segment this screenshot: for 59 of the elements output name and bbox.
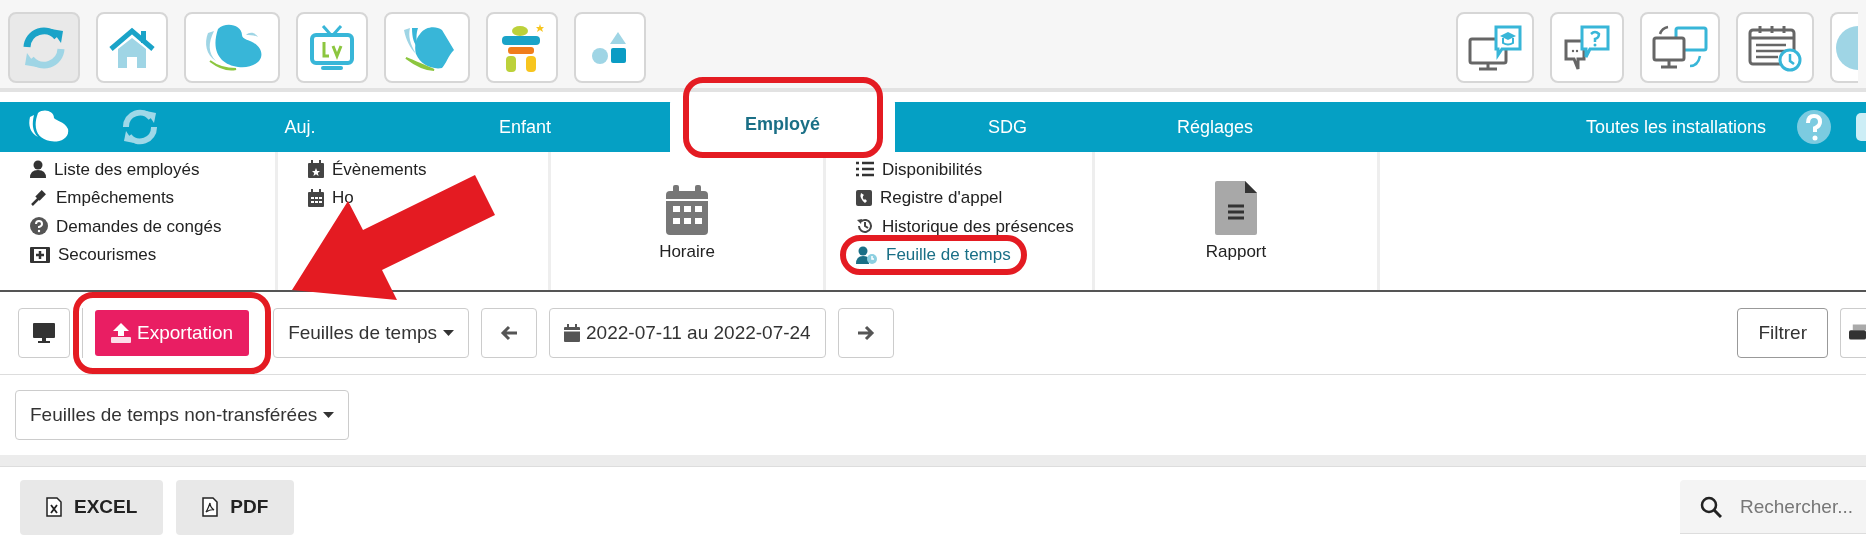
person-icon — [30, 160, 46, 179]
menu-item[interactable]: Feuille de temps — [856, 240, 1011, 269]
house-icon — [108, 26, 156, 69]
calendar-clock-icon — [1748, 23, 1802, 72]
menu-item[interactable]: Historique des présences — [856, 212, 1074, 241]
pdf-file-icon — [202, 497, 219, 517]
app-button[interactable] — [486, 12, 558, 83]
calendar-icon — [308, 188, 324, 207]
upload-icon — [111, 323, 131, 343]
toolbar-button[interactable] — [1736, 12, 1814, 83]
tv-icon — [309, 23, 355, 72]
menu-item[interactable]: Secourismes — [30, 240, 157, 269]
menu-item[interactable]: Empêchements — [30, 183, 175, 212]
monitor-icon — [33, 323, 55, 343]
monitor-graduation-icon — [1468, 24, 1522, 71]
caret-icon — [443, 330, 455, 336]
help-icon — [1796, 109, 1832, 145]
view-dropdown[interactable]: Feuilles de temps — [273, 308, 470, 358]
menu-item[interactable]: Registre d'appel — [856, 183, 1003, 212]
print-button[interactable] — [1840, 308, 1866, 358]
screen-share-icon — [1652, 23, 1708, 72]
arrow-left-icon — [500, 325, 519, 341]
question-icon — [30, 217, 48, 236]
export-format-button[interactable]: PDF — [176, 479, 295, 535]
caret-icon — [323, 412, 335, 418]
filter-button[interactable]: Filtrer — [1737, 308, 1828, 358]
gavel-icon — [30, 188, 48, 207]
list-icon — [856, 161, 874, 178]
export-format-button[interactable]: EXCEL — [20, 479, 164, 535]
status-dropdown[interactable]: Feuilles de temps non-transférées — [15, 390, 350, 440]
app-button[interactable] — [574, 12, 646, 83]
next-button[interactable] — [837, 308, 894, 358]
export-button[interactable]: Exportation — [95, 310, 250, 356]
menu-item[interactable]: Disponibilités — [856, 155, 983, 184]
toolbar-button[interactable] — [1550, 12, 1624, 83]
refresh-icon — [21, 24, 67, 71]
arrow-right-icon — [856, 325, 875, 341]
refresh-icon — [120, 109, 160, 145]
previous-button[interactable] — [481, 308, 538, 358]
calendar-icon — [564, 324, 581, 342]
history-icon — [856, 217, 874, 236]
search-field[interactable]: Rechercher... — [1680, 480, 1866, 534]
excel-file-icon — [46, 497, 62, 517]
chat-question-icon — [1562, 24, 1612, 71]
date-range-button[interactable]: 2022-07-11 au 2022-07-24 — [549, 308, 826, 358]
user-clock-icon — [856, 245, 878, 264]
first-aid-kit-icon — [30, 245, 50, 264]
toolbar-button[interactable] — [1456, 12, 1534, 83]
menu-item[interactable]: Liste des employés — [30, 155, 200, 184]
app-button[interactable] — [96, 12, 168, 83]
menu-item[interactable]: Demandes de congés — [30, 212, 222, 241]
screen-button[interactable] — [18, 308, 70, 358]
document-icon — [1215, 180, 1257, 235]
menu-tile[interactable]: Horaire — [551, 155, 823, 290]
toolbar-button[interactable] — [1640, 12, 1720, 83]
menu-item[interactable]: Évènements — [308, 155, 427, 184]
menu-tile[interactable]: Rapport — [1095, 155, 1377, 290]
calendar-icon — [666, 185, 708, 236]
phone-icon — [856, 189, 872, 206]
